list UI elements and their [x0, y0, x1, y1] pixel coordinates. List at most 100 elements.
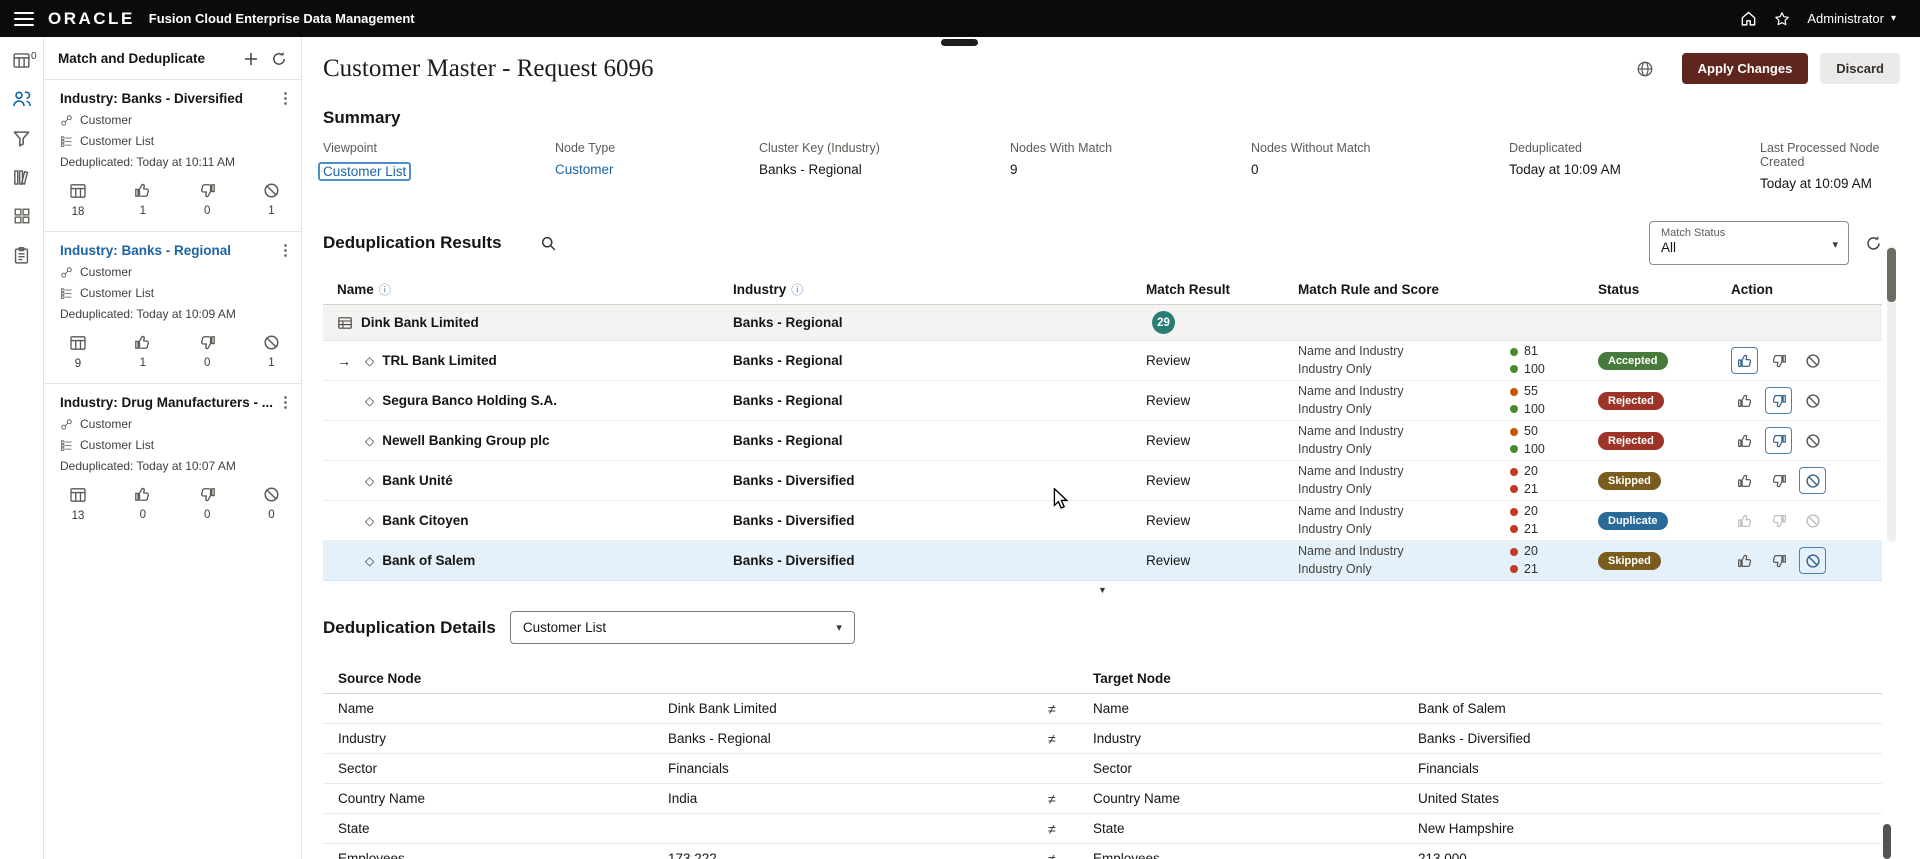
compare-row: Name Dink Bank Limited ≠ Name Bank of Sa… [323, 694, 1882, 724]
match-score: 21 [1524, 561, 1538, 576]
match-score: 100 [1524, 361, 1545, 376]
result-row[interactable]: ◇ Segura Banco Holding S.A. Banks - Regio… [323, 381, 1882, 421]
details-scrollbar-thumb[interactable] [1883, 824, 1891, 859]
viewpoint-link[interactable]: Customer List [318, 162, 412, 181]
result-row[interactable]: ◇ Newell Banking Group plc Banks - Region… [323, 421, 1882, 461]
source-value: Financials [668, 761, 729, 776]
property-label: Sector [338, 761, 378, 776]
node-industry: Banks - Regional [733, 353, 843, 368]
match-rule: Name and Industry [1298, 544, 1404, 558]
discard-button[interactable]: Discard [1820, 53, 1900, 84]
match-deduplicate-icon[interactable] [12, 89, 32, 109]
kebab-menu-icon[interactable]: ⋮ [278, 89, 293, 107]
compare-row: Country Name India ≠ Country Name United… [323, 784, 1882, 814]
card-title: Industry: Drug Manufacturers - ... [60, 395, 274, 410]
dashboard-grid-icon[interactable] [13, 206, 31, 226]
viewpoint-icon [60, 439, 73, 452]
dedup-card-selected[interactable]: Industry: Banks - Regional ⋮ Customer Cu… [44, 231, 301, 383]
match-rule: Industry Only [1298, 361, 1372, 376]
card-viewpoint: Customer List [80, 438, 155, 452]
clipboard-icon[interactable] [12, 245, 31, 265]
node-type-link[interactable]: Customer [555, 162, 614, 177]
node-industry: Banks - Diversified [733, 553, 855, 568]
summary-field: Node Type Customer [555, 141, 759, 191]
viewpoint-select[interactable]: Customer List ▾ [509, 611, 855, 644]
summary-section: Summary Viewpoint Customer List Node Typ… [318, 108, 1920, 191]
hamburger-menu-icon[interactable] [14, 11, 34, 26]
result-row-cluster[interactable]: Dink Bank Limited Banks - Regional 29 [323, 305, 1882, 341]
chevron-down-icon: ▾ [1890, 12, 1896, 24]
summary-field: Nodes With Match 9 [1010, 141, 1251, 191]
apply-changes-button[interactable]: Apply Changes [1681, 53, 1809, 84]
filter-icon[interactable] [12, 128, 31, 148]
info-icon[interactable]: ⓘ [791, 284, 803, 296]
skip-button[interactable] [1799, 547, 1826, 574]
node-name: Newell Banking Group plc [382, 433, 550, 448]
result-row[interactable]: ◇ Bank Unité Banks - Diversified Review N… [323, 461, 1882, 501]
property-label: Sector [1093, 761, 1133, 776]
reject-button[interactable] [1765, 467, 1792, 494]
globe-icon[interactable] [1636, 60, 1654, 78]
result-row[interactable]: → ◇ TRL Bank Limited Banks - Regional Revi… [323, 341, 1882, 381]
home-icon[interactable] [1740, 10, 1757, 27]
summary-field: Viewpoint Customer List [318, 141, 555, 191]
reject-button[interactable] [1765, 547, 1792, 574]
accept-button[interactable] [1731, 347, 1758, 374]
card-node-type: Customer [80, 417, 133, 431]
skip-button[interactable] [1799, 347, 1826, 374]
accept-button[interactable] [1731, 427, 1758, 454]
summary-field: Cluster Key (Industry) Banks - Regional [759, 141, 1010, 191]
reject-button [1765, 507, 1792, 534]
library-icon[interactable] [12, 167, 31, 187]
expand-more-chevron-icon[interactable]: ▼ [1098, 586, 1107, 595]
match-status-value: All [1661, 240, 1677, 255]
field-label: Deduplicated [1509, 141, 1582, 155]
user-menu[interactable]: Administrator ▾ [1807, 11, 1896, 26]
reject-button[interactable] [1765, 347, 1792, 374]
thumbs-up-icon [134, 486, 151, 503]
dedup-card[interactable]: Industry: Drug Manufacturers - ... ⋮ Cus… [44, 383, 301, 535]
summary-field: Nodes Without Match 0 [1251, 141, 1509, 191]
result-row[interactable]: ◇ Bank Citoyen Banks - Diversified Review… [323, 501, 1882, 541]
reject-button[interactable] [1765, 427, 1792, 454]
chevron-down-icon: ▾ [1832, 239, 1838, 251]
accept-button[interactable] [1731, 387, 1758, 414]
match-score: 100 [1524, 401, 1545, 416]
skip-button[interactable] [1799, 387, 1826, 414]
score-dot-orange [1510, 427, 1518, 436]
skip-button[interactable] [1799, 467, 1826, 494]
match-rule: Name and Industry [1298, 464, 1404, 478]
node-diamond-icon: ◇ [365, 353, 375, 368]
refresh-icon[interactable] [271, 50, 287, 67]
summary-heading: Summary [323, 108, 401, 127]
favorites-star-icon[interactable] [1774, 11, 1790, 27]
not-equal-icon: ≠ [1048, 850, 1056, 859]
info-icon[interactable]: ⓘ [379, 284, 391, 296]
worklist-icon[interactable]: 0 [12, 50, 37, 70]
match-status-select[interactable]: Match Status All ▾ [1649, 221, 1849, 265]
drag-handle[interactable] [941, 39, 978, 46]
node-type-icon [60, 114, 73, 127]
card-title: Industry: Banks - Diversified [60, 91, 244, 106]
kebab-menu-icon[interactable]: ⋮ [278, 393, 293, 411]
search-icon[interactable] [540, 235, 557, 252]
results-scrollbar-thumb[interactable] [1887, 248, 1896, 302]
add-icon[interactable] [243, 50, 259, 67]
skip-button[interactable] [1799, 427, 1826, 454]
thumbs-up-icon [134, 182, 151, 199]
score-dot-red [1510, 547, 1518, 556]
compare-row: Industry Banks - Regional ≠ Industry Ban… [323, 724, 1882, 754]
reject-button[interactable] [1765, 387, 1792, 414]
accept-button[interactable] [1731, 547, 1758, 574]
result-row-selected[interactable]: ◇ Bank of Salem Banks - Diversified Revie… [323, 541, 1882, 581]
refresh-results-icon[interactable] [1865, 235, 1882, 252]
kebab-menu-icon[interactable]: ⋮ [278, 241, 293, 259]
skip-button [1799, 507, 1826, 534]
match-score: 20 [1524, 544, 1538, 558]
dedup-card[interactable]: Industry: Banks - Diversified ⋮ Customer… [44, 79, 301, 231]
accept-button[interactable] [1731, 467, 1758, 494]
target-node-header: Target Node [1093, 671, 1171, 686]
match-score: 21 [1524, 481, 1538, 496]
status-badge: Rejected [1598, 431, 1664, 450]
node-type-icon [60, 418, 73, 431]
